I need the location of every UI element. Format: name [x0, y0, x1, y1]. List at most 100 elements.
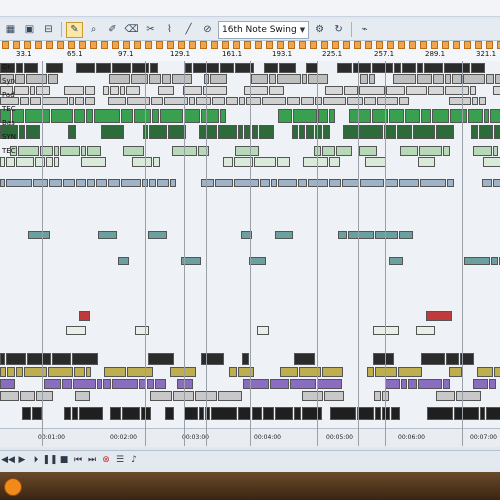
clip[interactable]: [172, 74, 192, 84]
loop-marker-icon[interactable]: [409, 41, 416, 49]
clip[interactable]: [35, 157, 45, 167]
clip[interactable]: [322, 146, 335, 156]
loop-marker-icon[interactable]: [420, 41, 427, 49]
clip[interactable]: [81, 157, 106, 167]
clip[interactable]: [254, 157, 276, 167]
clip[interactable]: [330, 407, 356, 420]
clip[interactable]: [463, 74, 485, 84]
bar-ruler[interactable]: 33.1 65.1 97.1 129.1 161.1 193.1 225.1 257.1 289…: [0, 41, 500, 62]
loop-marker-icon[interactable]: [387, 41, 394, 49]
clip[interactable]: [251, 74, 268, 84]
clip[interactable]: [401, 379, 407, 389]
clip[interactable]: [348, 231, 374, 239]
clip[interactable]: [417, 63, 423, 73]
clip[interactable]: [96, 179, 107, 187]
loop-marker-icon[interactable]: [453, 41, 460, 49]
select-icon[interactable]: ▣: [21, 22, 38, 38]
loop-marker-icon[interactable]: [376, 41, 383, 49]
clip[interactable]: [287, 97, 300, 105]
clip[interactable]: [112, 63, 131, 73]
clip[interactable]: [44, 379, 61, 389]
clip[interactable]: [110, 86, 119, 95]
clip[interactable]: [0, 179, 5, 187]
clip[interactable]: [252, 125, 258, 139]
clip[interactable]: [184, 407, 198, 420]
clip[interactable]: [302, 391, 323, 401]
clip[interactable]: [323, 97, 346, 105]
clip[interactable]: [242, 353, 249, 365]
clip[interactable]: [48, 74, 58, 84]
clip[interactable]: [377, 97, 398, 105]
loop-marker-icon[interactable]: [332, 41, 339, 49]
loop-marker-icon[interactable]: [365, 41, 372, 49]
clip[interactable]: [158, 86, 174, 95]
loop-marker-icon[interactable]: [156, 41, 163, 49]
clip[interactable]: [360, 74, 368, 84]
clip[interactable]: [69, 97, 74, 105]
clip[interactable]: [471, 63, 485, 73]
clip[interactable]: [24, 367, 47, 377]
clip[interactable]: [26, 125, 40, 139]
clip[interactable]: [416, 326, 435, 335]
loop-marker-icon[interactable]: [101, 41, 108, 49]
clip[interactable]: [322, 367, 343, 377]
loop-marker-icon[interactable]: [145, 41, 152, 49]
clip[interactable]: [308, 179, 328, 187]
clip[interactable]: [349, 109, 371, 123]
clip[interactable]: [25, 109, 50, 123]
clip[interactable]: [238, 367, 254, 377]
clip[interactable]: [85, 97, 95, 105]
clip[interactable]: [473, 146, 492, 156]
clip[interactable]: [279, 63, 296, 73]
clip[interactable]: [445, 74, 451, 84]
clip[interactable]: [184, 109, 200, 123]
clip[interactable]: [477, 367, 493, 377]
clip[interactable]: [0, 157, 5, 167]
clip[interactable]: [85, 86, 95, 95]
clip[interactable]: [108, 97, 126, 105]
clip[interactable]: [229, 367, 237, 377]
clip[interactable]: [98, 231, 117, 239]
clip[interactable]: [456, 391, 481, 401]
cut-icon[interactable]: ✂: [142, 22, 159, 38]
clip[interactable]: [201, 109, 219, 123]
clip[interactable]: [452, 74, 462, 84]
clip[interactable]: [427, 407, 453, 420]
clip[interactable]: [64, 86, 84, 95]
clip[interactable]: [81, 146, 86, 156]
clip[interactable]: [32, 407, 42, 420]
clip[interactable]: [399, 231, 413, 239]
loop-marker-icon[interactable]: [167, 41, 174, 49]
to-start-icon[interactable]: ⏮: [72, 454, 84, 466]
clip[interactable]: [337, 63, 352, 73]
pause-icon[interactable]: ❚❚: [42, 454, 57, 466]
clip[interactable]: [277, 157, 290, 167]
clip[interactable]: [94, 109, 120, 123]
clip[interactable]: [364, 97, 376, 105]
clip[interactable]: [16, 63, 23, 73]
clip[interactable]: [491, 257, 498, 265]
clip[interactable]: [454, 407, 479, 420]
clip[interactable]: [75, 97, 84, 105]
clip[interactable]: [359, 125, 383, 139]
clip[interactable]: [127, 97, 150, 105]
play-icon[interactable]: ▶: [16, 454, 28, 466]
quantize-dropdown[interactable]: 16th Note Swing ▼: [218, 20, 310, 39]
tempo-icon[interactable]: ⌁: [356, 22, 373, 38]
clip[interactable]: [121, 109, 133, 123]
clip[interactable]: [28, 231, 50, 239]
clip[interactable]: [22, 407, 31, 420]
clip[interactable]: [20, 97, 29, 105]
loop-marker-icon[interactable]: [200, 41, 207, 49]
clip[interactable]: [74, 109, 85, 123]
clip[interactable]: [30, 86, 35, 95]
clip[interactable]: [359, 146, 377, 156]
split-icon[interactable]: ⊟: [40, 22, 57, 38]
clip[interactable]: [215, 179, 233, 187]
clip[interactable]: [74, 367, 85, 377]
clip[interactable]: [494, 367, 500, 377]
clip[interactable]: [444, 63, 470, 73]
clip[interactable]: [49, 179, 62, 187]
clip[interactable]: [344, 86, 358, 95]
loop-marker-icon[interactable]: [475, 41, 482, 49]
